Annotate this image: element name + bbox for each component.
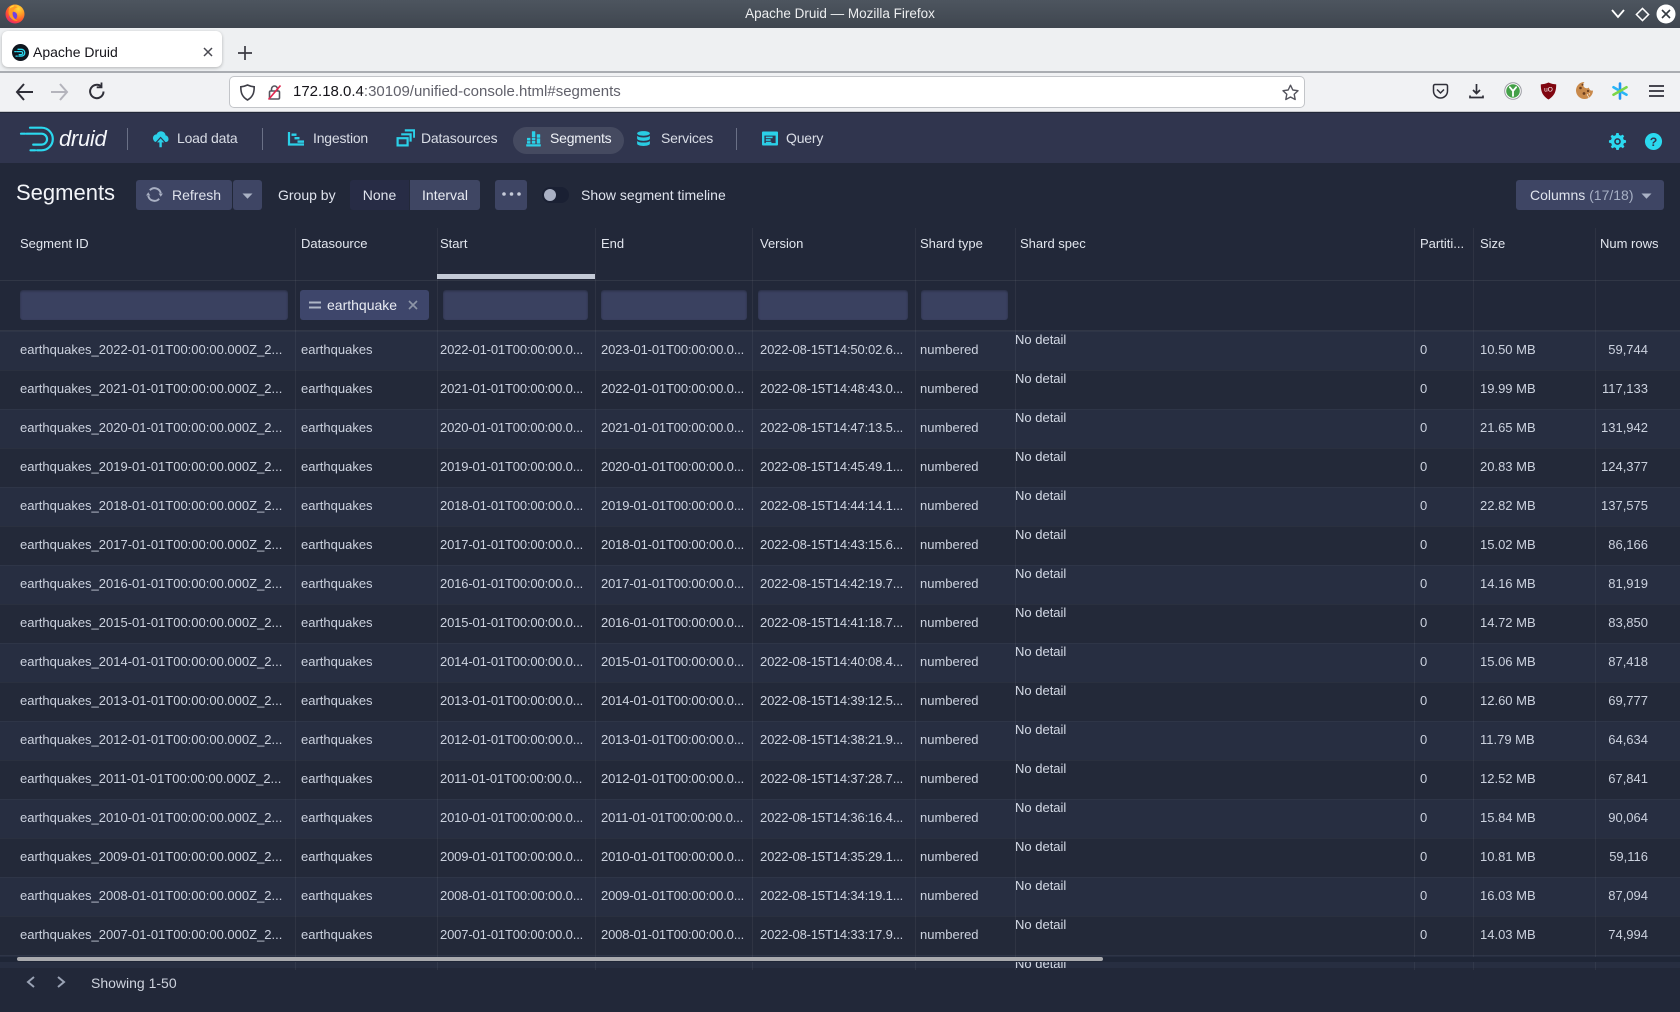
svg-text:?: ? [1650, 135, 1658, 149]
svg-text:uO: uO [1544, 86, 1553, 93]
